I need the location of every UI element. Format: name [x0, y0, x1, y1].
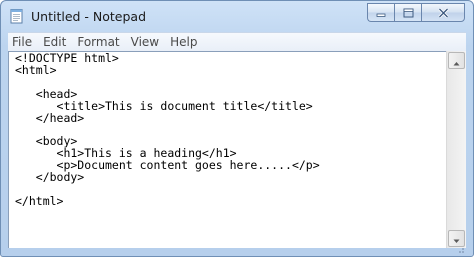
notepad-window: Untitled - Notepad File Edit Format View…	[0, 0, 474, 257]
menu-view[interactable]: View	[126, 33, 164, 51]
window-controls	[367, 3, 465, 22]
editor-content[interactable]: <!DOCTYPE html> <html> <head> <title>Thi…	[9, 52, 446, 208]
menu-bar: File Edit Format View Help	[8, 32, 466, 51]
resize-grip-icon[interactable]	[453, 239, 465, 253]
vertical-scrollbar[interactable]	[446, 51, 466, 248]
close-icon	[437, 3, 449, 22]
menu-file[interactable]: File	[8, 33, 37, 51]
scroll-up-arrow-icon	[453, 51, 460, 70]
maximize-button[interactable]	[394, 3, 421, 22]
menu-help[interactable]: Help	[165, 33, 202, 51]
text-editor[interactable]: <!DOCTYPE html> <html> <head> <title>Thi…	[8, 51, 446, 248]
scroll-track[interactable]	[447, 70, 466, 228]
close-button[interactable]	[421, 3, 465, 22]
menu-format[interactable]: Format	[72, 33, 124, 51]
maximize-icon	[403, 3, 414, 22]
title-bar[interactable]: Untitled - Notepad	[1, 1, 473, 31]
menu-edit[interactable]: Edit	[38, 33, 71, 51]
notepad-icon[interactable]	[10, 8, 24, 24]
minimize-button[interactable]	[367, 3, 394, 22]
minimize-icon	[376, 3, 386, 22]
window-title: Untitled - Notepad	[31, 9, 147, 24]
scroll-up-button[interactable]	[448, 52, 465, 69]
